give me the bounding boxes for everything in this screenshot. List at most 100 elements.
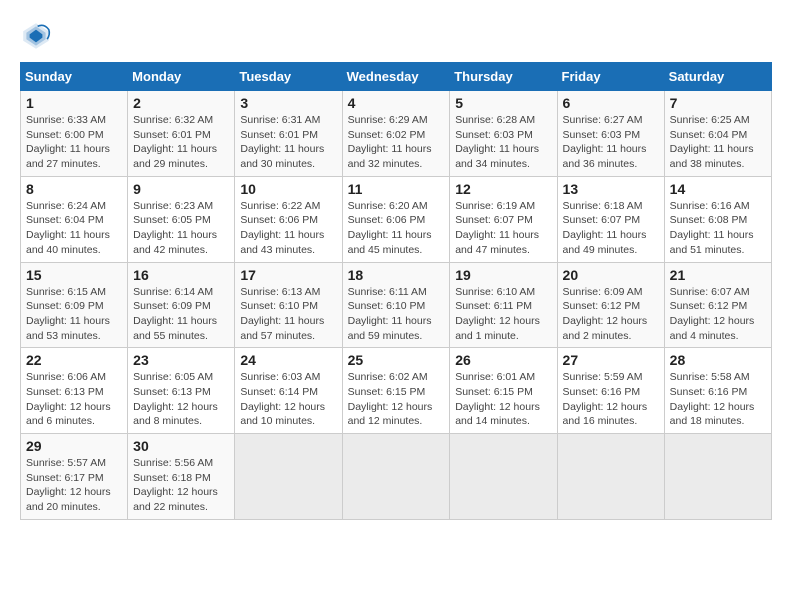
day-cell: 2 Sunrise: 6:32 AMSunset: 6:01 PMDaylight… — [128, 91, 235, 177]
day-number: 6 — [563, 95, 659, 111]
day-info: Sunrise: 6:14 AMSunset: 6:09 PMDaylight:… — [133, 285, 229, 344]
day-info: Sunrise: 6:02 AMSunset: 6:15 PMDaylight:… — [348, 370, 445, 429]
day-cell: 30 Sunrise: 5:56 AMSunset: 6:18 PMDayligh… — [128, 434, 235, 520]
day-cell: 9 Sunrise: 6:23 AMSunset: 6:05 PMDaylight… — [128, 176, 235, 262]
day-info: Sunrise: 6:20 AMSunset: 6:06 PMDaylight:… — [348, 199, 445, 258]
day-number: 20 — [563, 267, 659, 283]
day-number: 21 — [670, 267, 766, 283]
day-info: Sunrise: 6:33 AMSunset: 6:00 PMDaylight:… — [26, 113, 122, 172]
day-info: Sunrise: 6:09 AMSunset: 6:12 PMDaylight:… — [563, 285, 659, 344]
column-header-wednesday: Wednesday — [342, 63, 450, 91]
day-cell: 18 Sunrise: 6:11 AMSunset: 6:10 PMDayligh… — [342, 262, 450, 348]
day-cell: 1Sunrise: 6:33 AMSunset: 6:00 PMDaylight… — [21, 91, 128, 177]
day-cell: 22 Sunrise: 6:06 AMSunset: 6:13 PMDayligh… — [21, 348, 128, 434]
day-cell: 27Sunrise: 5:59 AMSunset: 6:16 PMDayligh… — [557, 348, 664, 434]
week-row-2: 8 Sunrise: 6:24 AMSunset: 6:04 PMDaylight… — [21, 176, 772, 262]
column-header-sunday: Sunday — [21, 63, 128, 91]
logo-icon — [20, 20, 52, 52]
day-info: Sunrise: 5:58 AMSunset: 6:16 PMDaylight:… — [670, 370, 766, 429]
day-number: 13 — [563, 181, 659, 197]
day-number: 18 — [348, 267, 445, 283]
day-cell: 8 Sunrise: 6:24 AMSunset: 6:04 PMDaylight… — [21, 176, 128, 262]
day-cell: 29 Sunrise: 5:57 AMSunset: 6:17 PMDayligh… — [21, 434, 128, 520]
day-cell — [450, 434, 557, 520]
day-info: Sunrise: 5:57 AMSunset: 6:17 PMDaylight:… — [26, 456, 122, 515]
day-info: Sunrise: 6:13 AMSunset: 6:10 PMDaylight:… — [240, 285, 336, 344]
day-cell: 14 Sunrise: 6:16 AMSunset: 6:08 PMDayligh… — [664, 176, 771, 262]
day-number: 23 — [133, 352, 229, 368]
day-cell — [664, 434, 771, 520]
column-header-friday: Friday — [557, 63, 664, 91]
day-info: Sunrise: 5:56 AMSunset: 6:18 PMDaylight:… — [133, 456, 229, 515]
day-cell: 21Sunrise: 6:07 AMSunset: 6:12 PMDayligh… — [664, 262, 771, 348]
day-cell: 11 Sunrise: 6:20 AMSunset: 6:06 PMDayligh… — [342, 176, 450, 262]
day-number: 2 — [133, 95, 229, 111]
day-cell: 23 Sunrise: 6:05 AMSunset: 6:13 PMDayligh… — [128, 348, 235, 434]
day-number: 11 — [348, 181, 445, 197]
day-cell: 15 Sunrise: 6:15 AMSunset: 6:09 PMDayligh… — [21, 262, 128, 348]
day-cell: 25 Sunrise: 6:02 AMSunset: 6:15 PMDayligh… — [342, 348, 450, 434]
day-number: 28 — [670, 352, 766, 368]
day-cell: 19Sunrise: 6:10 AMSunset: 6:11 PMDayligh… — [450, 262, 557, 348]
column-header-monday: Monday — [128, 63, 235, 91]
day-info: Sunrise: 6:24 AMSunset: 6:04 PMDaylight:… — [26, 199, 122, 258]
day-info: Sunrise: 6:01 AMSunset: 6:15 PMDaylight:… — [455, 370, 551, 429]
day-number: 3 — [240, 95, 336, 111]
day-number: 5 — [455, 95, 551, 111]
day-cell: 17 Sunrise: 6:13 AMSunset: 6:10 PMDayligh… — [235, 262, 342, 348]
day-info: Sunrise: 6:31 AMSunset: 6:01 PMDaylight:… — [240, 113, 336, 172]
day-cell — [235, 434, 342, 520]
day-number: 9 — [133, 181, 229, 197]
day-info: Sunrise: 6:23 AMSunset: 6:05 PMDaylight:… — [133, 199, 229, 258]
day-info: Sunrise: 6:06 AMSunset: 6:13 PMDaylight:… — [26, 370, 122, 429]
day-cell — [342, 434, 450, 520]
day-info: Sunrise: 6:25 AMSunset: 6:04 PMDaylight:… — [670, 113, 766, 172]
day-cell: 24Sunrise: 6:03 AMSunset: 6:14 PMDayligh… — [235, 348, 342, 434]
day-info: Sunrise: 6:15 AMSunset: 6:09 PMDaylight:… — [26, 285, 122, 344]
day-number: 25 — [348, 352, 445, 368]
day-cell — [557, 434, 664, 520]
day-number: 8 — [26, 181, 122, 197]
header-row: SundayMondayTuesdayWednesdayThursdayFrid… — [21, 63, 772, 91]
day-info: Sunrise: 6:32 AMSunset: 6:01 PMDaylight:… — [133, 113, 229, 172]
day-number: 22 — [26, 352, 122, 368]
day-cell: 20 Sunrise: 6:09 AMSunset: 6:12 PMDayligh… — [557, 262, 664, 348]
day-info: Sunrise: 6:11 AMSunset: 6:10 PMDaylight:… — [348, 285, 445, 344]
day-number: 30 — [133, 438, 229, 454]
calendar-table: SundayMondayTuesdayWednesdayThursdayFrid… — [20, 62, 772, 520]
day-info: Sunrise: 6:19 AMSunset: 6:07 PMDaylight:… — [455, 199, 551, 258]
day-number: 17 — [240, 267, 336, 283]
day-info: Sunrise: 6:05 AMSunset: 6:13 PMDaylight:… — [133, 370, 229, 429]
day-info: Sunrise: 6:22 AMSunset: 6:06 PMDaylight:… — [240, 199, 336, 258]
day-cell: 10Sunrise: 6:22 AMSunset: 6:06 PMDayligh… — [235, 176, 342, 262]
day-info: Sunrise: 6:29 AMSunset: 6:02 PMDaylight:… — [348, 113, 445, 172]
day-number: 27 — [563, 352, 659, 368]
day-cell: 13Sunrise: 6:18 AMSunset: 6:07 PMDayligh… — [557, 176, 664, 262]
day-cell: 6 Sunrise: 6:27 AMSunset: 6:03 PMDaylight… — [557, 91, 664, 177]
day-info: Sunrise: 6:27 AMSunset: 6:03 PMDaylight:… — [563, 113, 659, 172]
page-header — [20, 20, 772, 52]
day-cell: 26 Sunrise: 6:01 AMSunset: 6:15 PMDayligh… — [450, 348, 557, 434]
day-cell: 7Sunrise: 6:25 AMSunset: 6:04 PMDaylight… — [664, 91, 771, 177]
day-info: Sunrise: 6:28 AMSunset: 6:03 PMDaylight:… — [455, 113, 551, 172]
day-cell: 4Sunrise: 6:29 AMSunset: 6:02 PMDaylight… — [342, 91, 450, 177]
day-number: 16 — [133, 267, 229, 283]
column-header-tuesday: Tuesday — [235, 63, 342, 91]
day-cell: 12 Sunrise: 6:19 AMSunset: 6:07 PMDayligh… — [450, 176, 557, 262]
day-cell: 16 Sunrise: 6:14 AMSunset: 6:09 PMDayligh… — [128, 262, 235, 348]
day-number: 12 — [455, 181, 551, 197]
day-cell: 3 Sunrise: 6:31 AMSunset: 6:01 PMDaylight… — [235, 91, 342, 177]
logo — [20, 20, 56, 52]
column-header-thursday: Thursday — [450, 63, 557, 91]
column-header-saturday: Saturday — [664, 63, 771, 91]
day-number: 14 — [670, 181, 766, 197]
day-cell: 5 Sunrise: 6:28 AMSunset: 6:03 PMDaylight… — [450, 91, 557, 177]
day-number: 15 — [26, 267, 122, 283]
week-row-5: 29 Sunrise: 5:57 AMSunset: 6:17 PMDayligh… — [21, 434, 772, 520]
day-number: 19 — [455, 267, 551, 283]
day-info: Sunrise: 6:16 AMSunset: 6:08 PMDaylight:… — [670, 199, 766, 258]
day-cell: 28 Sunrise: 5:58 AMSunset: 6:16 PMDayligh… — [664, 348, 771, 434]
day-number: 26 — [455, 352, 551, 368]
day-number: 29 — [26, 438, 122, 454]
day-info: Sunrise: 6:03 AMSunset: 6:14 PMDaylight:… — [240, 370, 336, 429]
